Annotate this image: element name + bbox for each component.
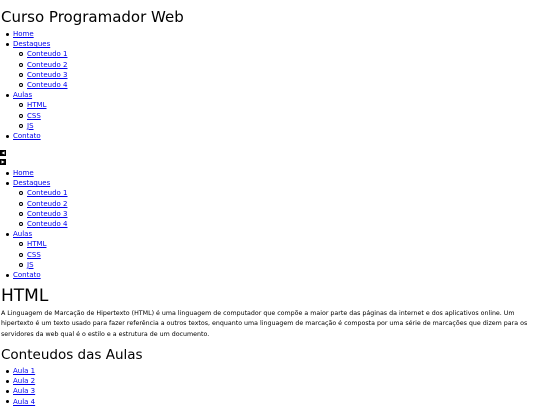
secondary-nav-list: Home Destaques Conteudo 1 Conteudo 2 Con… (0, 168, 200, 280)
list-item: Aula 3 (0, 386, 200, 396)
destaques-submenu: Conteudo 1 Conteudo 2 Conteudo 3 Conteud… (14, 49, 200, 90)
section-description: A Linguagem de Marcação de Hipertexto (H… (1, 310, 528, 338)
aulas-section-title: Conteudos das Aulas (1, 347, 143, 363)
submenu-item: JS (14, 121, 200, 131)
submenu-item: CSS (14, 250, 200, 260)
chevron-left-icon: ◀ (1, 150, 5, 155)
nav-link-destaques[interactable]: Destaques (13, 40, 50, 48)
nav-link-home[interactable]: Home (13, 30, 34, 38)
nav-link-home[interactable]: Home (13, 169, 34, 177)
nav-link-js[interactable]: JS (27, 261, 34, 269)
aulas-submenu: HTML CSS JS (14, 100, 200, 131)
list-item: Aula 4 (0, 397, 200, 407)
aulas-submenu: HTML CSS JS (14, 239, 200, 270)
submenu-item: Conteudo 3 (14, 209, 200, 219)
submenu-item: Conteudo 2 (14, 60, 200, 70)
aula-link-1[interactable]: Aula 1 (13, 367, 35, 375)
nav-item-destaques: Destaques Conteudo 1 Conteudo 2 Conteudo… (0, 39, 200, 90)
submenu-item: Conteudo 3 (14, 70, 200, 80)
nav-link-conteudo-1[interactable]: Conteudo 1 (27, 50, 68, 58)
site-title: Curso Programador Web (1, 8, 184, 26)
aulas-list: Aula 1 Aula 2 Aula 3 Aula 4 (0, 366, 200, 407)
nav-item-home: Home (0, 29, 200, 39)
list-item: Aula 1 (0, 366, 200, 376)
section-title: HTML (1, 286, 49, 306)
secondary-nav: Home Destaques Conteudo 1 Conteudo 2 Con… (0, 168, 200, 280)
nav-link-conteudo-2[interactable]: Conteudo 2 (27, 61, 68, 69)
nav-link-conteudo-3[interactable]: Conteudo 3 (27, 210, 68, 218)
nav-link-aulas[interactable]: Aulas (13, 230, 32, 238)
submenu-item: Conteudo 1 (14, 49, 200, 59)
submenu-item: Conteudo 2 (14, 199, 200, 209)
nav-link-contato[interactable]: Contato (13, 132, 41, 140)
nav-link-css[interactable]: CSS (27, 112, 41, 120)
nav-item-aulas: Aulas HTML CSS JS (0, 229, 200, 270)
nav-link-conteudo-1[interactable]: Conteudo 1 (27, 189, 68, 197)
nav-item-contato: Contato (0, 270, 200, 280)
submenu-item: Conteudo 4 (14, 219, 200, 229)
nav-link-conteudo-3[interactable]: Conteudo 3 (27, 71, 68, 79)
nav-link-conteudo-4[interactable]: Conteudo 4 (27, 220, 68, 228)
submenu-item: Conteudo 4 (14, 80, 200, 90)
nav-item-contato: Contato (0, 131, 200, 141)
nav-item-destaques: Destaques Conteudo 1 Conteudo 2 Conteudo… (0, 178, 200, 229)
destaques-submenu: Conteudo 1 Conteudo 2 Conteudo 3 Conteud… (14, 188, 200, 229)
submenu-item: Conteudo 1 (14, 188, 200, 198)
main-nav-list: Home Destaques Conteudo 1 Conteudo 2 Con… (0, 29, 200, 141)
nav-link-css[interactable]: CSS (27, 251, 41, 259)
nav-link-js[interactable]: JS (27, 122, 34, 130)
nav-link-conteudo-4[interactable]: Conteudo 4 (27, 81, 68, 89)
nav-link-html[interactable]: HTML (27, 101, 46, 109)
nav-link-aulas[interactable]: Aulas (13, 91, 32, 99)
nav-link-contato[interactable]: Contato (13, 271, 41, 279)
nav-link-conteudo-2[interactable]: Conteudo 2 (27, 200, 68, 208)
nav-link-destaques[interactable]: Destaques (13, 179, 50, 187)
aula-link-4[interactable]: Aula 4 (13, 398, 35, 406)
aula-link-3[interactable]: Aula 3 (13, 387, 35, 395)
carousel-next-button[interactable]: ▶ (0, 159, 6, 165)
main-nav: Home Destaques Conteudo 1 Conteudo 2 Con… (0, 29, 200, 141)
carousel-prev-button[interactable]: ◀ (0, 150, 6, 156)
submenu-item: HTML (14, 100, 200, 110)
aula-link-2[interactable]: Aula 2 (13, 377, 35, 385)
chevron-right-icon: ▶ (1, 159, 5, 164)
list-item: Aula 2 (0, 376, 200, 386)
nav-item-aulas: Aulas HTML CSS JS (0, 90, 200, 131)
nav-link-html[interactable]: HTML (27, 240, 46, 248)
submenu-item: CSS (14, 111, 200, 121)
submenu-item: JS (14, 260, 200, 270)
submenu-item: HTML (14, 239, 200, 249)
nav-item-home: Home (0, 168, 200, 178)
